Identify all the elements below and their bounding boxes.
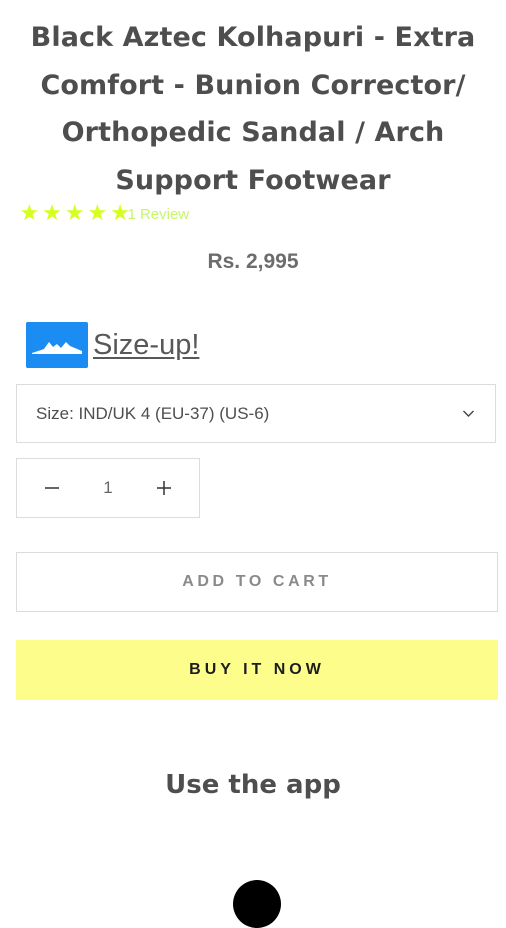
product-title: Black Aztec Kolhapuri - Extra Comfort - … <box>30 22 476 196</box>
sizeup-logo-icon <box>26 322 88 368</box>
plus-icon <box>157 481 171 495</box>
app-icon[interactable] <box>233 880 281 928</box>
minus-icon <box>45 487 59 489</box>
star-icon: ★ <box>87 201 108 226</box>
buy-now-button[interactable]: BUY IT NOW <box>16 640 498 700</box>
sizeup-label[interactable]: Size-up! <box>93 329 199 362</box>
decrease-quantity-button[interactable] <box>17 459 87 517</box>
review-count-link[interactable]: 1 Review <box>127 206 189 223</box>
use-app-heading: Use the app <box>165 770 341 800</box>
chevron-down-icon <box>463 410 474 417</box>
star-icon: ★ <box>64 201 85 226</box>
star-icon: ★ <box>19 201 40 226</box>
product-price: Rs. 2,995 <box>207 250 299 273</box>
quantity-value[interactable]: 1 <box>87 478 129 498</box>
size-select[interactable]: Size: IND/UK 4 (EU-37) (US-6) <box>16 384 496 443</box>
quantity-stepper: 1 <box>16 458 200 518</box>
increase-quantity-button[interactable] <box>129 459 199 517</box>
rating-stars[interactable]: ★ ★ ★ ★ ★ 1 Review <box>18 203 189 225</box>
size-select-value: Size: IND/UK 4 (EU-37) (US-6) <box>36 403 270 423</box>
add-to-cart-button[interactable]: ADD TO CART <box>16 552 498 612</box>
star-icon: ★ <box>42 201 62 226</box>
sizeup-link[interactable]: Size-up! <box>26 322 199 368</box>
